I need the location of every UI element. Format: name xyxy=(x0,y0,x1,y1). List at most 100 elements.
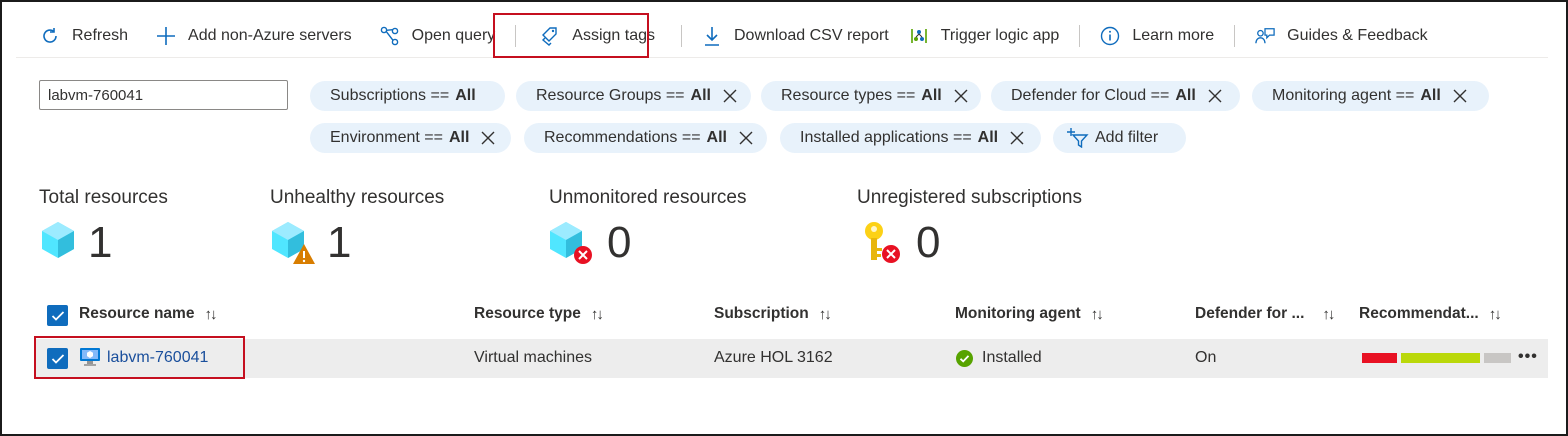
filter-installed-applications[interactable]: Installed applications == All xyxy=(780,123,1041,153)
column-label: Defender for ... xyxy=(1195,305,1305,322)
learn-more-button[interactable]: Learn more xyxy=(1086,14,1228,58)
column-recommendations[interactable]: Recommendat... ↑↓ xyxy=(1359,305,1502,323)
toolbar-separator xyxy=(1234,25,1236,47)
guides-feedback-label: Guides & Feedback xyxy=(1287,27,1428,44)
subscription-cell: Azure HOL 3162 xyxy=(714,349,833,366)
close-icon[interactable] xyxy=(721,87,739,105)
download-csv-button[interactable]: Download CSV report xyxy=(688,14,903,58)
filter-resource-types[interactable]: Resource types == All xyxy=(761,81,981,111)
open-query-button[interactable]: Open query xyxy=(366,14,510,58)
filter-value: All xyxy=(1420,87,1441,104)
filter-defender-for-cloud[interactable]: Defender for Cloud == All xyxy=(991,81,1240,111)
filter-label: Installed applications == xyxy=(800,129,972,146)
filter-recommendations[interactable]: Recommendations == All xyxy=(524,123,767,153)
check-circle-icon xyxy=(956,350,973,367)
toolbar-separator xyxy=(1079,25,1081,47)
resource-type-cell: Virtual machines xyxy=(474,349,592,366)
column-monitoring-agent[interactable]: Monitoring agent ↑↓ xyxy=(955,305,1104,323)
column-resource-name[interactable]: Resource name ↑↓ xyxy=(79,305,217,323)
sort-icon[interactable]: ↑↓ xyxy=(591,306,604,323)
unmonitored-resources-title: Unmonitored resources xyxy=(549,187,747,208)
add-filter-button[interactable]: Add filter xyxy=(1053,123,1186,153)
recommendation-segment-high xyxy=(1362,353,1397,363)
total-resources-value: 1 xyxy=(88,218,113,267)
filter-label: Monitoring agent == xyxy=(1272,87,1415,104)
trigger-logic-app-label: Trigger logic app xyxy=(940,27,1060,44)
column-label: Recommendat... xyxy=(1359,305,1479,322)
filter-label: Recommendations == xyxy=(544,129,701,146)
filter-label: Defender for Cloud == xyxy=(1011,87,1170,104)
search-input[interactable] xyxy=(39,80,288,110)
refresh-label: Refresh xyxy=(72,27,129,44)
filter-value: All xyxy=(1175,87,1196,104)
more-options-icon[interactable]: ••• xyxy=(1518,348,1538,366)
filter-value: All xyxy=(977,129,999,146)
filter-subscriptions[interactable]: Subscriptions == All xyxy=(310,81,505,111)
filter-value: All xyxy=(706,129,727,146)
add-filter-icon xyxy=(1067,128,1089,148)
unmonitored-resources-value: 0 xyxy=(607,218,632,267)
column-defender[interactable]: Defender for ... ↑↓ xyxy=(1195,305,1335,323)
unhealthy-resources-value: 1 xyxy=(327,218,352,267)
sort-icon[interactable]: ↑↓ xyxy=(1091,306,1104,323)
add-non-azure-servers-button[interactable]: Add non-Azure servers xyxy=(142,14,366,58)
assign-tags-highlight xyxy=(493,13,649,58)
sort-icon[interactable]: ↑↓ xyxy=(1489,306,1502,323)
recommendations-bar xyxy=(1362,353,1511,363)
unregistered-subscriptions-title: Unregistered subscriptions xyxy=(857,187,1082,208)
add-servers-label: Add non-Azure servers xyxy=(188,27,352,44)
unhealthy-cube-icon xyxy=(270,220,316,266)
learn-more-label: Learn more xyxy=(1132,27,1215,44)
filter-label: Resource types == xyxy=(781,87,916,104)
filter-label: Subscriptions == xyxy=(330,87,450,104)
filter-resource-groups[interactable]: Resource Groups == All xyxy=(516,81,751,111)
plus-icon xyxy=(156,26,176,46)
toolbar-separator xyxy=(681,25,682,47)
sort-icon[interactable]: ↑↓ xyxy=(1322,306,1335,323)
open-query-label: Open query xyxy=(411,27,496,44)
refresh-icon xyxy=(40,26,60,46)
close-icon[interactable] xyxy=(479,129,497,147)
close-icon[interactable] xyxy=(952,87,970,105)
filter-label: Environment == xyxy=(330,129,443,146)
logic-app-icon xyxy=(909,26,929,46)
column-label: Resource type xyxy=(474,305,581,322)
query-icon xyxy=(380,26,400,46)
close-icon[interactable] xyxy=(1451,87,1469,105)
filter-environment[interactable]: Environment == All xyxy=(310,123,511,153)
guides-feedback-button[interactable]: Guides & Feedback xyxy=(1241,14,1442,58)
filter-value: All xyxy=(448,129,470,146)
download-icon xyxy=(702,26,722,46)
column-label: Monitoring agent xyxy=(955,305,1081,322)
toolbar-divider xyxy=(16,57,1548,58)
recommendation-segment-medium xyxy=(1401,353,1480,363)
filter-value: All xyxy=(690,87,711,104)
close-icon[interactable] xyxy=(737,129,755,147)
defender-cell: On xyxy=(1195,349,1217,366)
select-all-checkbox[interactable] xyxy=(47,305,68,326)
download-csv-label: Download CSV report xyxy=(734,27,889,44)
trigger-logic-app-button[interactable]: Trigger logic app xyxy=(903,14,1074,58)
filter-value: All xyxy=(921,87,942,104)
column-subscription[interactable]: Subscription ↑↓ xyxy=(714,305,832,323)
monitoring-agent-cell: Installed xyxy=(982,349,1042,366)
sort-icon[interactable]: ↑↓ xyxy=(204,306,217,323)
close-icon[interactable] xyxy=(1008,129,1026,147)
filter-value: All xyxy=(455,87,476,104)
filter-monitoring-agent[interactable]: Monitoring agent == All xyxy=(1252,81,1489,111)
command-bar: Refresh Add non-Azure servers Open query… xyxy=(24,14,1442,58)
refresh-button[interactable]: Refresh xyxy=(24,14,142,58)
checkmark-icon xyxy=(51,310,64,321)
add-filter-label: Add filter xyxy=(1095,129,1159,146)
feedback-icon xyxy=(1255,26,1275,46)
filter-label: Resource Groups == xyxy=(536,87,685,104)
resource-row-highlight xyxy=(34,336,245,379)
key-icon xyxy=(862,220,908,266)
unhealthy-resources-title: Unhealthy resources xyxy=(270,187,445,208)
info-icon xyxy=(1100,26,1120,46)
column-resource-type[interactable]: Resource type ↑↓ xyxy=(474,305,604,323)
unregistered-subscriptions-value: 0 xyxy=(916,218,941,267)
close-icon[interactable] xyxy=(1206,87,1224,105)
column-label: Resource name xyxy=(79,305,195,322)
sort-icon[interactable]: ↑↓ xyxy=(819,306,832,323)
